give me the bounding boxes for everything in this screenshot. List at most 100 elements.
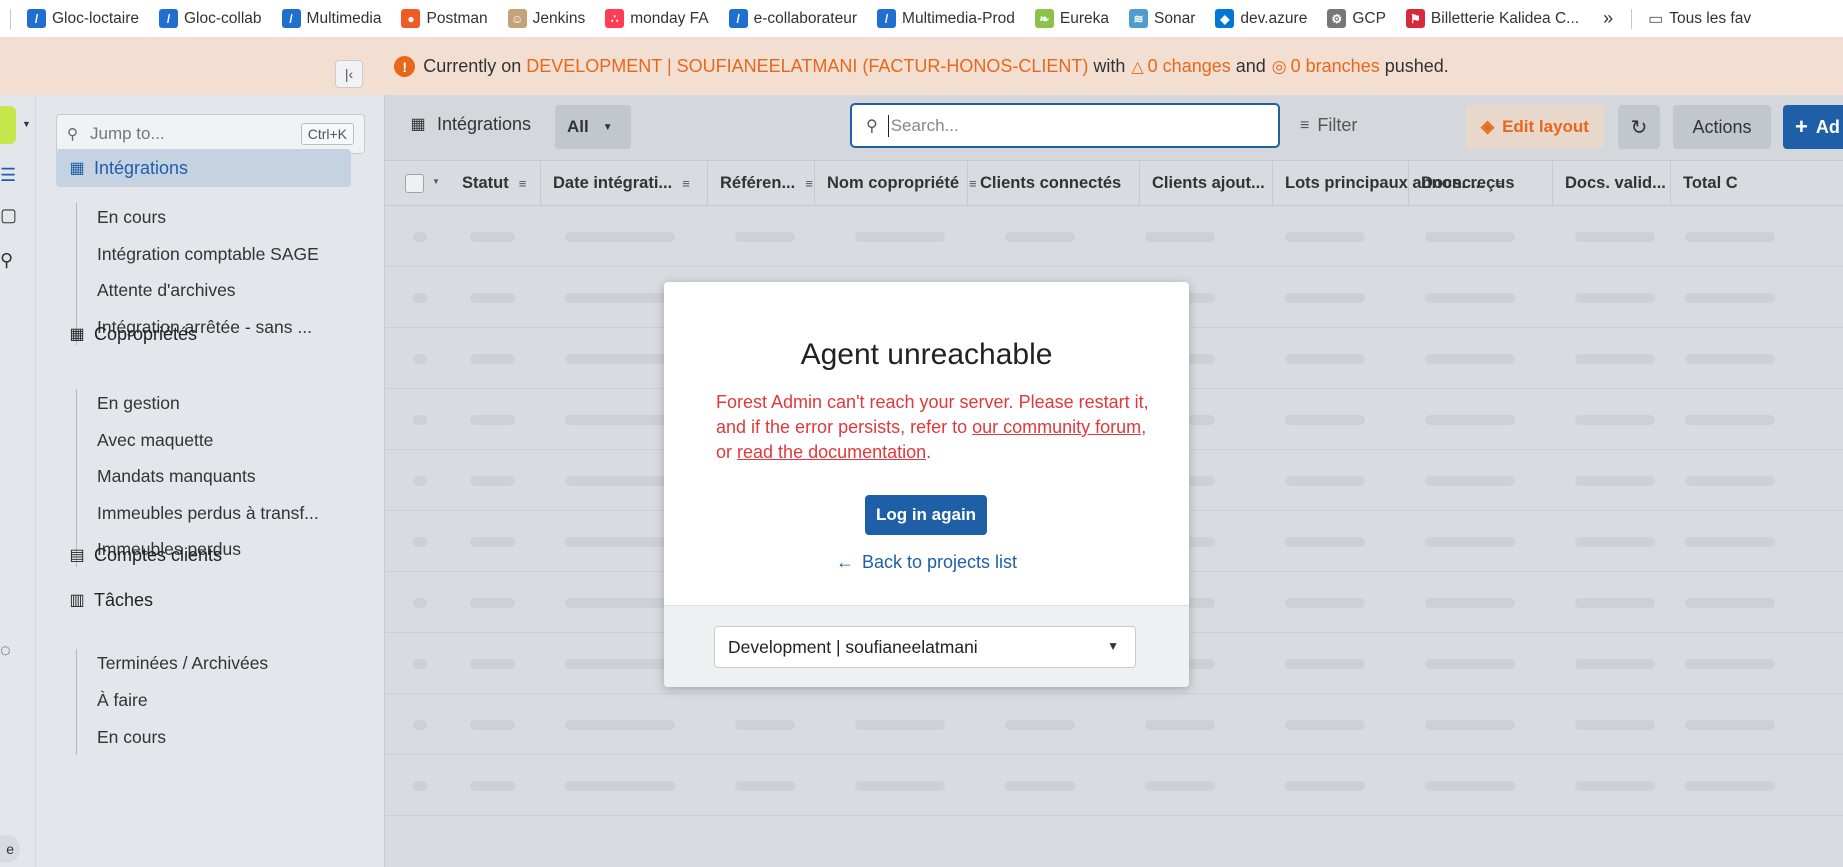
select-all-checkbox[interactable] [405,174,424,193]
environment-select[interactable]: Development | soufianeelatmani ▼ [714,626,1136,668]
sidebar-item[interactable]: En cours [97,727,166,748]
sidebar-item[interactable]: En gestion [97,393,180,414]
bookmark-item[interactable]: / Gloc-collab [159,9,262,28]
sidebar-item[interactable]: Mandats manquants [97,466,256,487]
banner-environment: DEVELOPMENT | SOUFIANEELATMANI (FACTUR-H… [526,56,1089,76]
sidebar-item[interactable]: Terminées / Archivées [97,653,268,674]
bookmark-item[interactable]: / Multimedia [281,9,381,28]
jenkins-icon: ☺ [507,9,527,28]
avatar[interactable]: e [0,835,20,863]
loading-placeholder [1285,781,1365,791]
sidebar-group-taches[interactable]: ▥ Tâches [56,581,351,619]
loading-placeholder [1285,720,1365,730]
bookmarks-list: / Gloc-loctaire / Gloc-collab / Multimedia ● Po… [27,9,1599,28]
loading-placeholder [413,354,427,364]
add-record-button[interactable]: + Ad [1783,105,1843,149]
filter-icon[interactable]: ≡ [805,176,813,191]
bookmark-item[interactable]: ⚑ Billetterie Kalidea C... [1405,9,1579,28]
column-header[interactable]: Docs. valid... [1552,161,1670,205]
loading-placeholder [413,659,427,669]
bookmark-item[interactable]: ≋ Sonar [1129,9,1195,28]
filter-icon: ≡ [1300,116,1310,134]
collapse-sidebar-button[interactable]: |‹ [335,60,363,88]
bookmark-item[interactable]: ∴ monday FA [605,9,709,28]
bookmark-item[interactable]: ❧ Eureka [1034,9,1109,28]
loading-placeholder [735,232,795,242]
filter-icon[interactable]: ≡ [682,176,690,191]
project-logo[interactable] [0,106,16,144]
community-forum-link[interactable]: our community forum [972,417,1141,437]
loading-placeholder [1575,720,1655,730]
slash-icon: / [27,9,46,28]
bookmark-item[interactable]: ◆ dev.azure [1215,9,1307,28]
search-input[interactable]: ⚲ Search... [850,103,1280,148]
sidebar-item[interactable]: Avec maquette [97,430,213,451]
loading-placeholder [413,415,427,425]
azure-icon: ◆ [1215,9,1235,28]
loading-placeholder [1285,598,1365,608]
segment-dropdown[interactable]: All ▼ [555,105,631,149]
bookmark-item[interactable]: / Multimedia-Prod [877,9,1015,28]
column-header[interactable]: Référen... ≡ [707,161,814,205]
filter-button[interactable]: ≡ Filter [1300,115,1357,136]
banner-prefix: Currently on [423,56,522,76]
column-header[interactable]: Statut ≡ [450,161,540,205]
column-header[interactable]: Clients ajout... [1139,161,1272,205]
bookmark-item[interactable]: ● Postman [401,9,488,28]
loading-placeholder [470,781,515,791]
bookmarks-overflow-button[interactable]: » [1603,8,1613,29]
square-icon[interactable]: ▢ [0,205,17,226]
triangle-icon: △ [1131,58,1144,76]
sidebar-item[interactable]: En cours [97,207,166,228]
column-header[interactable]: Total C [1670,161,1843,205]
back-to-projects-link[interactable]: ← Back to projects list [664,552,1189,573]
log-in-again-button[interactable]: Log in again [865,495,987,535]
lightbulb-icon[interactable]: ◌ [0,640,11,661]
column-header-label: Nom copropriété [827,173,960,192]
modal-footer: Development | soufianeelatmani ▼ [664,605,1189,687]
jump-to-input[interactable]: ⚲ Jump to... Ctrl+K [56,114,365,154]
column-header[interactable]: Date intégrati... ≡ [540,161,707,205]
filter-icon[interactable]: ≡ [519,176,527,191]
loading-placeholder [413,476,427,486]
sidebar-group-coproprietes[interactable]: ▦ Copropriétés [56,315,351,353]
sidebar-item[interactable]: À faire [97,690,148,711]
refresh-button[interactable]: ↻ [1618,105,1660,149]
building-icon: ▦ [69,326,85,343]
sidebar-group-label: Copropriétés [94,323,198,344]
sidebar-item[interactable]: Intégration comptable SAGE [97,244,319,265]
bookmark-item[interactable]: ☺ Jenkins [507,9,585,28]
loading-placeholder [1285,415,1365,425]
bookmark-item[interactable]: ⚙ GCP [1327,9,1386,28]
loading-placeholder [413,720,427,730]
search-icon[interactable]: ⚲ [0,250,13,271]
loading-placeholder [1285,232,1365,242]
building-icon: ▦ [69,160,85,177]
sidebar-group-integrations[interactable]: ▦ Intégrations [56,149,351,187]
sidebar-group-comptes-clients[interactable]: ▤ Comptes clients [56,536,351,574]
list-icon[interactable]: ☰ [0,165,16,186]
loading-placeholder [413,598,427,608]
column-header[interactable]: Clients connectés [967,161,1139,205]
app-rail: ▼ ☰ ▢ ⚲ ◌ e [0,95,36,867]
loading-placeholder [1685,720,1775,730]
actions-button[interactable]: Actions [1673,105,1771,149]
column-header[interactable]: Docs. reçus [1408,161,1552,205]
bookmark-folder[interactable]: ▭ Tous les fav [1648,9,1751,29]
loading-placeholder [470,659,515,669]
column-header[interactable]: Nom copropriété ≡ [814,161,977,205]
loading-placeholder [1685,781,1775,791]
documentation-link[interactable]: read the documentation [737,442,926,462]
sidebar-item[interactable]: Immeubles perdus à transf... [97,503,319,524]
loading-placeholder [1005,781,1075,791]
caret-down-icon[interactable]: ▼ [432,177,440,186]
column-header[interactable]: Lots principaux annonc... ≡ [1272,161,1502,205]
edit-layout-button[interactable]: ◈ Edit layout [1466,105,1604,149]
slash-icon: / [728,9,748,28]
sidebar-item[interactable]: Attente d'archives [97,280,236,301]
caret-down-icon[interactable]: ▼ [22,119,31,129]
banner-suffix: pushed. [1384,56,1449,76]
bookmark-item[interactable]: / e-collaborateur [728,9,857,28]
loading-placeholder [1575,537,1655,547]
bookmark-item[interactable]: / Gloc-loctaire [27,9,139,28]
